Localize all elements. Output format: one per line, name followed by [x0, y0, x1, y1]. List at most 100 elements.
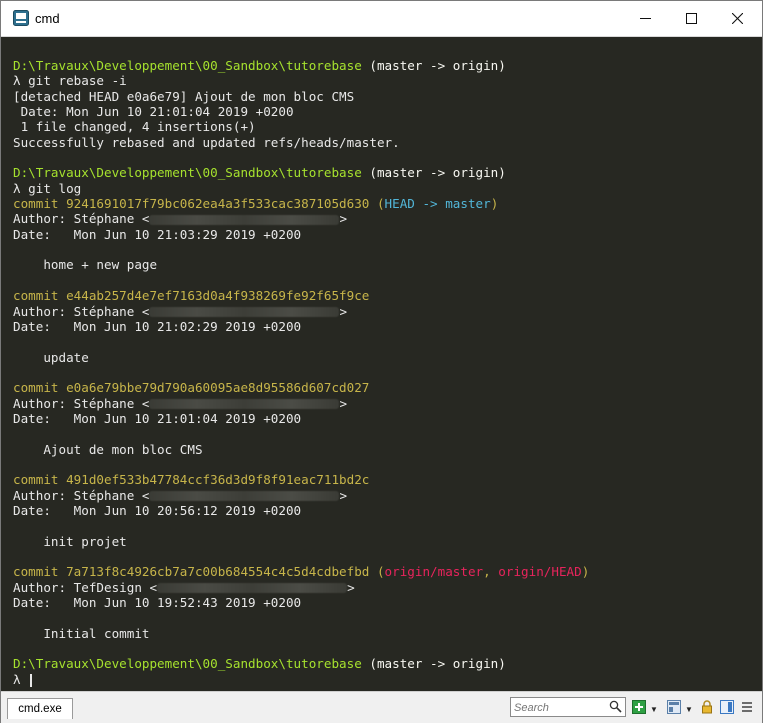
terminal-text: origin/master [384, 564, 484, 580]
redacted-email [149, 491, 340, 502]
terminal-line: Date: Mon Jun 10 21:01:04 2019 +0200 [13, 104, 589, 119]
terminal-text: Date: Mon Jun 10 20:56:12 2019 +0200 [13, 502, 302, 518]
terminal-line: λ git log [13, 181, 589, 196]
terminal-line: λ [13, 672, 589, 687]
terminal-output: D:\Travaux\Developpement\00_Sandbox\tuto… [13, 58, 589, 687]
terminal-line: commit e0a6e79bbe79d790a60095ae8d95586d6… [13, 380, 589, 395]
terminal-text: Date: Mon Jun 10 19:52:43 2019 +0200 [13, 595, 302, 611]
terminal-line: Date: Mon Jun 10 21:02:29 2019 +0200 [13, 319, 589, 334]
title-bar[interactable]: cmd [1, 1, 762, 37]
terminal-text: Author: Stéphane < [13, 395, 150, 411]
terminal-text: ) [490, 196, 499, 212]
terminal-text: D:\Travaux\Developpement\00_Sandbox\tuto… [13, 165, 362, 181]
terminal-text: [detached HEAD e0a6e79] Ajout de mon blo… [13, 88, 355, 104]
terminal-line: Author: Stéphane < > [13, 488, 589, 503]
lock-icon[interactable] [700, 700, 714, 714]
terminal-line: Initial commit [13, 626, 589, 641]
menu-icon[interactable] [740, 700, 754, 714]
redacted-email [157, 583, 348, 594]
terminal-line: Date: Mon Jun 10 21:03:29 2019 +0200 [13, 227, 589, 242]
terminal-text: init projet [13, 533, 127, 549]
terminal-text: (master -> origin) [361, 656, 506, 672]
close-icon [731, 13, 743, 24]
terminal-line: Date: Mon Jun 10 21:01:04 2019 +0200 [13, 411, 589, 426]
terminal-text: λ git log [13, 180, 82, 196]
window-title: cmd [35, 11, 60, 26]
split-view-icon[interactable] [720, 700, 734, 714]
new-console-icon[interactable] [632, 700, 646, 714]
terminal-text: commit 9241691017f79bc062ea4a3f533cac387… [13, 196, 377, 212]
terminal-text: Author: Stéphane < [13, 487, 150, 503]
terminal-text: commit e44ab257d4e7ef7163d0a4f938269fe92… [13, 288, 370, 304]
search-input[interactable] [511, 699, 609, 717]
terminal-text: HEAD -> master [384, 196, 491, 212]
terminal-line: Successfully rebased and updated refs/he… [13, 135, 589, 150]
terminal-text: Date: Mon Jun 10 21:01:04 2019 +0200 [13, 410, 302, 426]
terminal-line: commit e44ab257d4e7ef7163d0a4f938269fe92… [13, 288, 589, 303]
terminal-line: λ git rebase -i [13, 73, 589, 88]
terminal-line: Ajout de mon bloc CMS [13, 442, 589, 457]
terminal-line: [detached HEAD e0a6e79] Ajout de mon blo… [13, 89, 589, 104]
terminal-line: commit 7a713f8c4926cb7a7c00b684554c4c5d4… [13, 564, 589, 579]
terminal-text: commit 491d0ef533b47784ccf36d3d9f8f91eac… [13, 472, 370, 488]
terminal-text: Initial commit [13, 625, 150, 641]
terminal-text: Ajout de mon bloc CMS [13, 441, 203, 457]
terminal-text: ( [376, 196, 385, 212]
layout-dropdown-icon[interactable]: ▼ [685, 705, 693, 714]
terminal-line: Author: Stéphane < > [13, 396, 589, 411]
terminal-text: (master -> origin) [361, 165, 506, 181]
terminal-line: Date: Mon Jun 10 19:52:43 2019 +0200 [13, 595, 589, 610]
terminal-text: update [13, 349, 89, 365]
terminal-line: Author: TefDesign < > [13, 580, 589, 595]
terminal-text: D:\Travaux\Developpement\00_Sandbox\tuto… [13, 58, 362, 73]
terminal-text: > [339, 303, 348, 319]
terminal-text: > [339, 211, 348, 227]
minimize-icon [639, 18, 651, 19]
terminal-text: D:\Travaux\Developpement\00_Sandbox\tuto… [13, 656, 362, 672]
terminal-text: Date: Mon Jun 10 21:03:29 2019 +0200 [13, 226, 302, 242]
terminal-line: commit 9241691017f79bc062ea4a3f533cac387… [13, 196, 589, 211]
terminal-text: > [339, 395, 348, 411]
terminal-text: Author: Stéphane < [13, 303, 150, 319]
terminal-text: Date: Mon Jun 10 21:02:29 2019 +0200 [13, 318, 302, 334]
terminal-area[interactable]: D:\Travaux\Developpement\00_Sandbox\tuto… [1, 37, 762, 691]
search-icon[interactable] [609, 700, 622, 713]
terminal-text: Successfully rebased and updated refs/he… [13, 134, 400, 150]
text-cursor [30, 673, 33, 687]
status-bar: cmd.exe ▼ ▼ [1, 691, 762, 723]
terminal-line: commit 491d0ef533b47784ccf36d3d9f8f91eac… [13, 472, 589, 487]
terminal-line: home + new page [13, 257, 589, 272]
new-console-dropdown-icon[interactable]: ▼ [650, 705, 658, 714]
terminal-line: D:\Travaux\Developpement\00_Sandbox\tuto… [13, 165, 589, 180]
redacted-email [149, 399, 340, 410]
terminal-text: , [483, 564, 499, 580]
console-tab[interactable]: cmd.exe [7, 698, 73, 719]
layout-icon[interactable] [667, 700, 681, 714]
close-button[interactable] [714, 1, 760, 36]
terminal-text: Author: Stéphane < [13, 211, 150, 227]
terminal-text: Author: TefDesign < [13, 579, 158, 595]
minimize-button[interactable] [622, 1, 668, 36]
terminal-text: λ [13, 671, 29, 687]
search-box[interactable] [510, 697, 626, 717]
console-window: cmd D:\Travaux\Developpement\00_Sandbox\… [0, 0, 763, 723]
maximize-button[interactable] [668, 1, 714, 36]
terminal-text: ( [376, 564, 385, 580]
terminal-text: origin/HEAD [498, 564, 582, 580]
terminal-line: Author: Stéphane < > [13, 211, 589, 226]
terminal-text: ) [581, 564, 590, 580]
terminal-line: 1 file changed, 4 insertions(+) [13, 119, 589, 134]
terminal-text: 1 file changed, 4 insertions(+) [13, 119, 256, 135]
terminal-line: D:\Travaux\Developpement\00_Sandbox\tuto… [13, 656, 589, 671]
terminal-text: commit 7a713f8c4926cb7a7c00b684554c4c5d4… [13, 564, 377, 580]
terminal-text: home + new page [13, 257, 158, 273]
